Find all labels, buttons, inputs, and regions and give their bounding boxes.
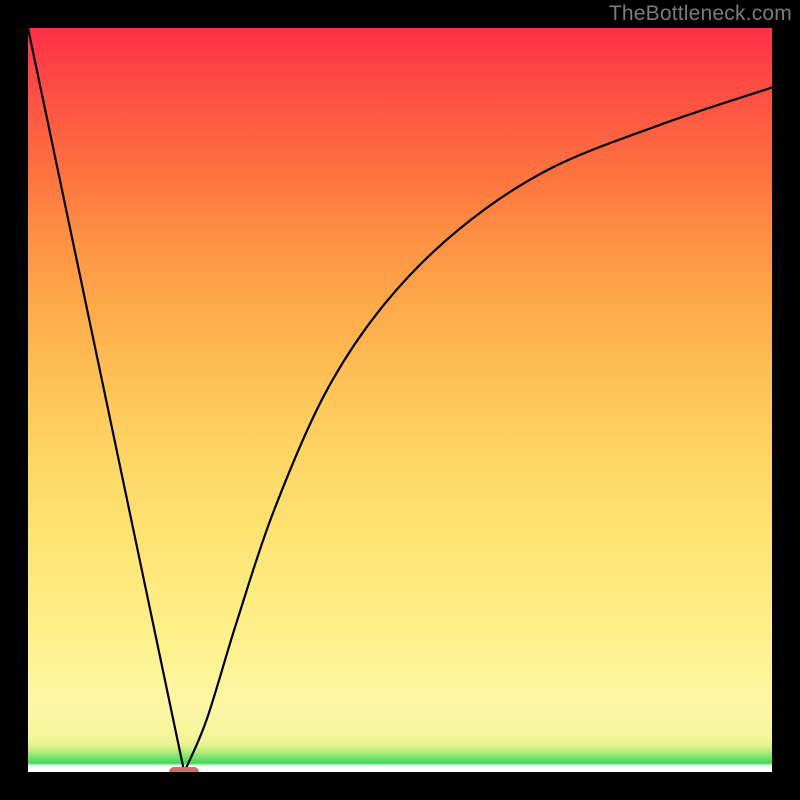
plot-area bbox=[28, 28, 772, 772]
valley-marker bbox=[169, 767, 199, 772]
chart-container: TheBottleneck.com bbox=[0, 0, 800, 800]
watermark-text: TheBottleneck.com bbox=[609, 2, 792, 26]
bottleneck-curve bbox=[28, 28, 772, 772]
